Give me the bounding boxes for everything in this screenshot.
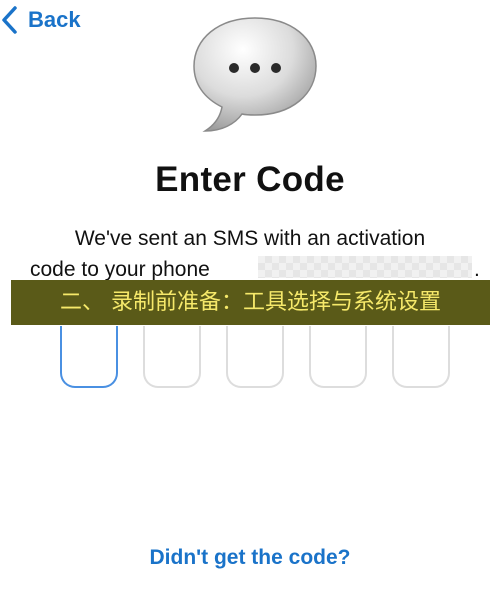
overlay-caption-banner: 二、 录制前准备：工具选择与系统设置 [11,280,490,325]
code-digit-input-5[interactable] [392,326,450,388]
sms-message-line-2: code to your phone [30,258,210,281]
code-digit-input-1[interactable] [60,326,118,388]
message-bubble-icon [193,17,317,132]
code-digit-input-3[interactable] [226,326,284,388]
sms-message-line-1: We've sent an SMS with an activation [74,227,426,250]
code-digit-input-2[interactable] [143,326,201,388]
resend-code-link[interactable]: Didn't get the code? [0,546,500,570]
sms-message-period: . [474,258,480,281]
redacted-phone-number [258,256,472,278]
page-title: Enter Code [155,160,345,199]
chevron-left-icon [2,6,17,34]
back-button[interactable]: Back [0,2,81,38]
code-digit-input-4[interactable] [309,326,367,388]
back-label: Back [28,7,81,32]
